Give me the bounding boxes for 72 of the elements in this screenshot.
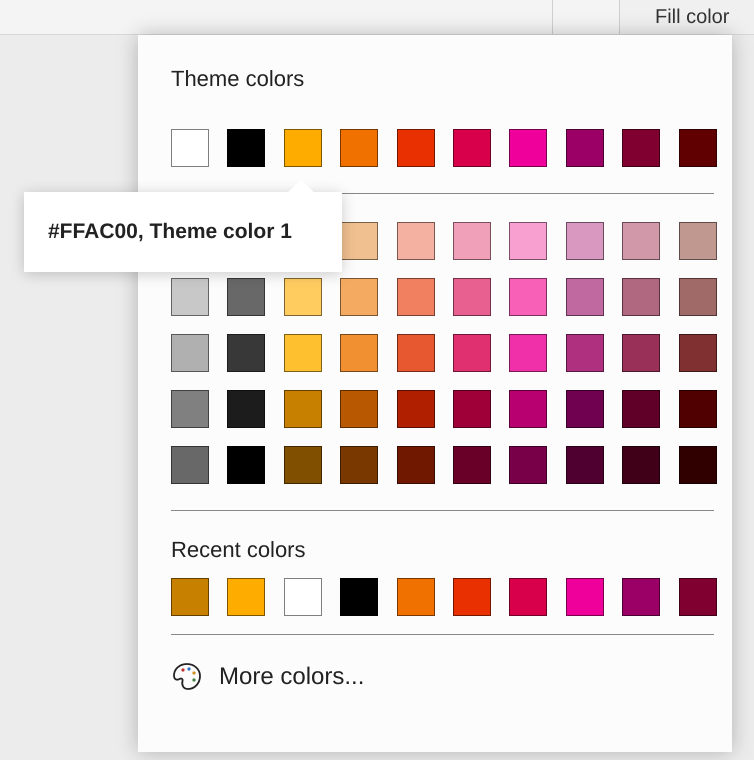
- color-swatch[interactable]: [340, 129, 378, 167]
- color-swatch[interactable]: [622, 278, 660, 316]
- color-swatch[interactable]: [678, 278, 717, 316]
- color-swatch[interactable]: [227, 390, 266, 428]
- color-swatch[interactable]: [340, 334, 378, 372]
- color-swatch[interactable]: [284, 334, 322, 372]
- color-swatch[interactable]: [284, 446, 322, 484]
- section-title: Recent colors: [171, 536, 306, 564]
- color-swatch[interactable]: [452, 390, 491, 428]
- more-colors-button[interactable]: More colors...: [171, 659, 364, 695]
- color-swatch[interactable]: [284, 578, 322, 616]
- color-swatch[interactable]: [396, 222, 435, 260]
- color-swatch[interactable]: [452, 578, 491, 616]
- color-swatch[interactable]: [678, 390, 717, 428]
- color-swatch[interactable]: [171, 390, 209, 428]
- color-swatch[interactable]: [227, 446, 266, 484]
- color-swatch[interactable]: [566, 222, 604, 260]
- color-swatch[interactable]: [171, 129, 209, 167]
- color-swatch[interactable]: [566, 334, 604, 372]
- color-swatch[interactable]: [678, 222, 717, 260]
- color-swatch[interactable]: [284, 390, 322, 428]
- color-swatch[interactable]: [622, 129, 660, 167]
- color-swatch[interactable]: [340, 390, 378, 428]
- color-swatch[interactable]: [171, 446, 209, 484]
- color-swatch[interactable]: [622, 334, 660, 372]
- color-swatch[interactable]: [171, 578, 209, 616]
- color-swatch[interactable]: [396, 129, 435, 167]
- color-swatch[interactable]: [396, 390, 435, 428]
- color-swatch[interactable]: [622, 390, 660, 428]
- color-swatch[interactable]: [340, 446, 378, 484]
- palette-icon: [171, 661, 203, 693]
- color-swatch[interactable]: [227, 334, 266, 372]
- color-swatch[interactable]: [678, 334, 717, 372]
- color-swatch[interactable]: [509, 390, 548, 428]
- color-swatch[interactable]: [452, 129, 491, 167]
- color-swatch[interactable]: [509, 334, 548, 372]
- color-swatch[interactable]: [396, 278, 435, 316]
- color-swatch[interactable]: [566, 446, 604, 484]
- color-swatch[interactable]: [284, 278, 322, 316]
- color-swatch[interactable]: [452, 222, 491, 260]
- color-swatch[interactable]: [396, 334, 435, 372]
- color-swatch[interactable]: [678, 578, 717, 616]
- color-swatch[interactable]: [622, 222, 660, 260]
- color-swatch[interactable]: [566, 578, 604, 616]
- color-swatch[interactable]: [509, 446, 548, 484]
- color-swatch[interactable]: [340, 278, 378, 316]
- color-swatch[interactable]: [509, 129, 548, 167]
- color-swatch[interactable]: [509, 278, 548, 316]
- color-swatch[interactable]: [622, 446, 660, 484]
- color-swatch[interactable]: [227, 278, 266, 316]
- color-swatch[interactable]: [396, 446, 435, 484]
- color-swatch[interactable]: [340, 578, 378, 616]
- color-swatch[interactable]: [678, 129, 717, 167]
- color-swatch[interactable]: [566, 129, 604, 167]
- color-swatch[interactable]: [622, 578, 660, 616]
- color-swatch[interactable]: [340, 222, 378, 260]
- color-swatch[interactable]: [284, 129, 322, 167]
- color-swatch[interactable]: [227, 129, 266, 167]
- section-title: Theme colors: [171, 65, 304, 93]
- color-swatch[interactable]: [566, 390, 604, 428]
- color-swatch[interactable]: [396, 578, 435, 616]
- color-swatch[interactable]: [509, 578, 548, 616]
- color-swatch[interactable]: [566, 278, 604, 316]
- color-swatch[interactable]: [171, 334, 209, 372]
- header-label: Fill color: [655, 5, 730, 30]
- color-swatch[interactable]: [452, 334, 491, 372]
- color-swatch[interactable]: [509, 222, 548, 260]
- color-swatch[interactable]: [452, 278, 491, 316]
- color-swatch[interactable]: [227, 578, 266, 616]
- color-swatch[interactable]: [171, 278, 209, 316]
- color-swatch[interactable]: [452, 446, 491, 484]
- color-swatch[interactable]: [678, 446, 717, 484]
